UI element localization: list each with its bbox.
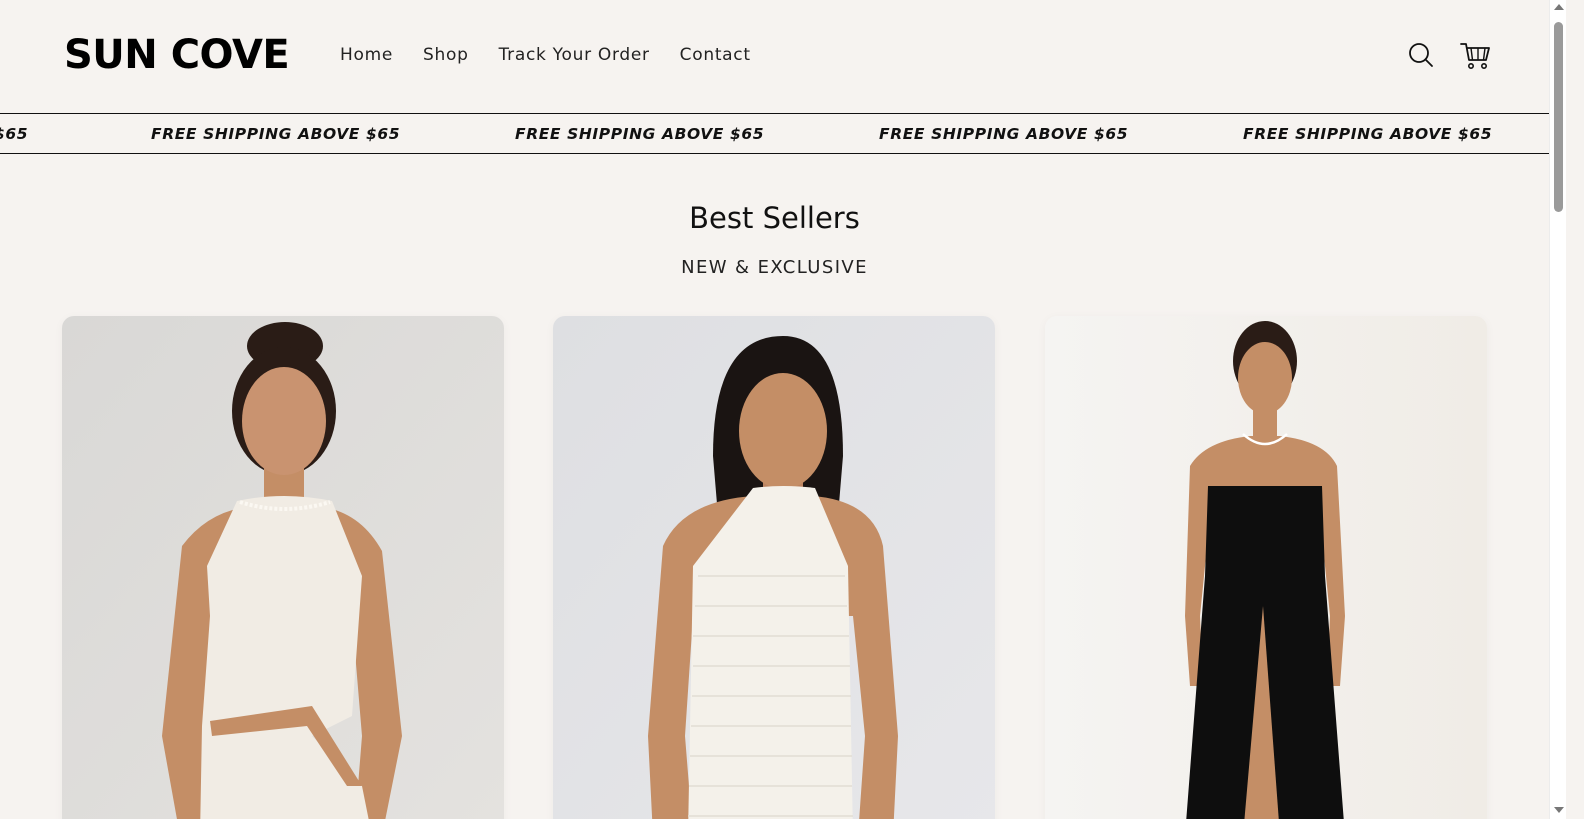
cart-button[interactable] xyxy=(1458,38,1492,72)
search-button[interactable] xyxy=(1404,38,1438,72)
product-image-black-strapless-gown xyxy=(1045,316,1487,819)
announcement-text: FREE SHIPPING ABOVE $65 xyxy=(151,125,401,143)
product-image-white-textured-dress xyxy=(553,316,995,819)
product-image-white-cutout-dress xyxy=(62,316,504,819)
right-gutter xyxy=(1566,0,1584,819)
product-card-2[interactable] xyxy=(553,316,995,819)
scroll-down-arrow-icon[interactable] xyxy=(1554,807,1564,813)
nav-link-home[interactable]: Home xyxy=(340,44,393,66)
scroll-thumb[interactable] xyxy=(1554,22,1563,212)
section-subtitle: NEW & EXCLUSIVE xyxy=(681,257,868,278)
nav-link-shop[interactable]: Shop xyxy=(423,44,469,66)
announcement-text-partial: $65 xyxy=(0,125,29,143)
section-title: Best Sellers xyxy=(689,201,860,235)
page: SUN COVE Home Shop Track Your Order Cont… xyxy=(0,0,1584,819)
announcement-bar: $65 FREE SHIPPING ABOVE $65 FREE SHIPPIN… xyxy=(0,113,1549,154)
nav-link-contact[interactable]: Contact xyxy=(680,44,751,66)
announcement-text: FREE SHIPPING ABOVE $65 xyxy=(515,125,765,143)
scroll-up-arrow-icon[interactable] xyxy=(1554,4,1564,10)
product-card-3[interactable] xyxy=(1045,316,1487,819)
cart-icon xyxy=(1460,43,1490,69)
site-header: SUN COVE Home Shop Track Your Order Cont… xyxy=(0,0,1566,113)
product-card-1[interactable] xyxy=(62,316,504,819)
announcement-text: FREE SHIPPING ABOVE $65 xyxy=(879,125,1129,143)
main-nav: Home Shop Track Your Order Contact xyxy=(340,44,751,66)
announcement-text: FREE SHIPPING ABOVE $65 xyxy=(1243,125,1493,143)
page-scrollbar[interactable] xyxy=(1549,0,1567,819)
brand-logo[interactable]: SUN COVE xyxy=(64,30,290,80)
search-icon xyxy=(1409,43,1433,67)
nav-link-track-order[interactable]: Track Your Order xyxy=(499,44,650,66)
